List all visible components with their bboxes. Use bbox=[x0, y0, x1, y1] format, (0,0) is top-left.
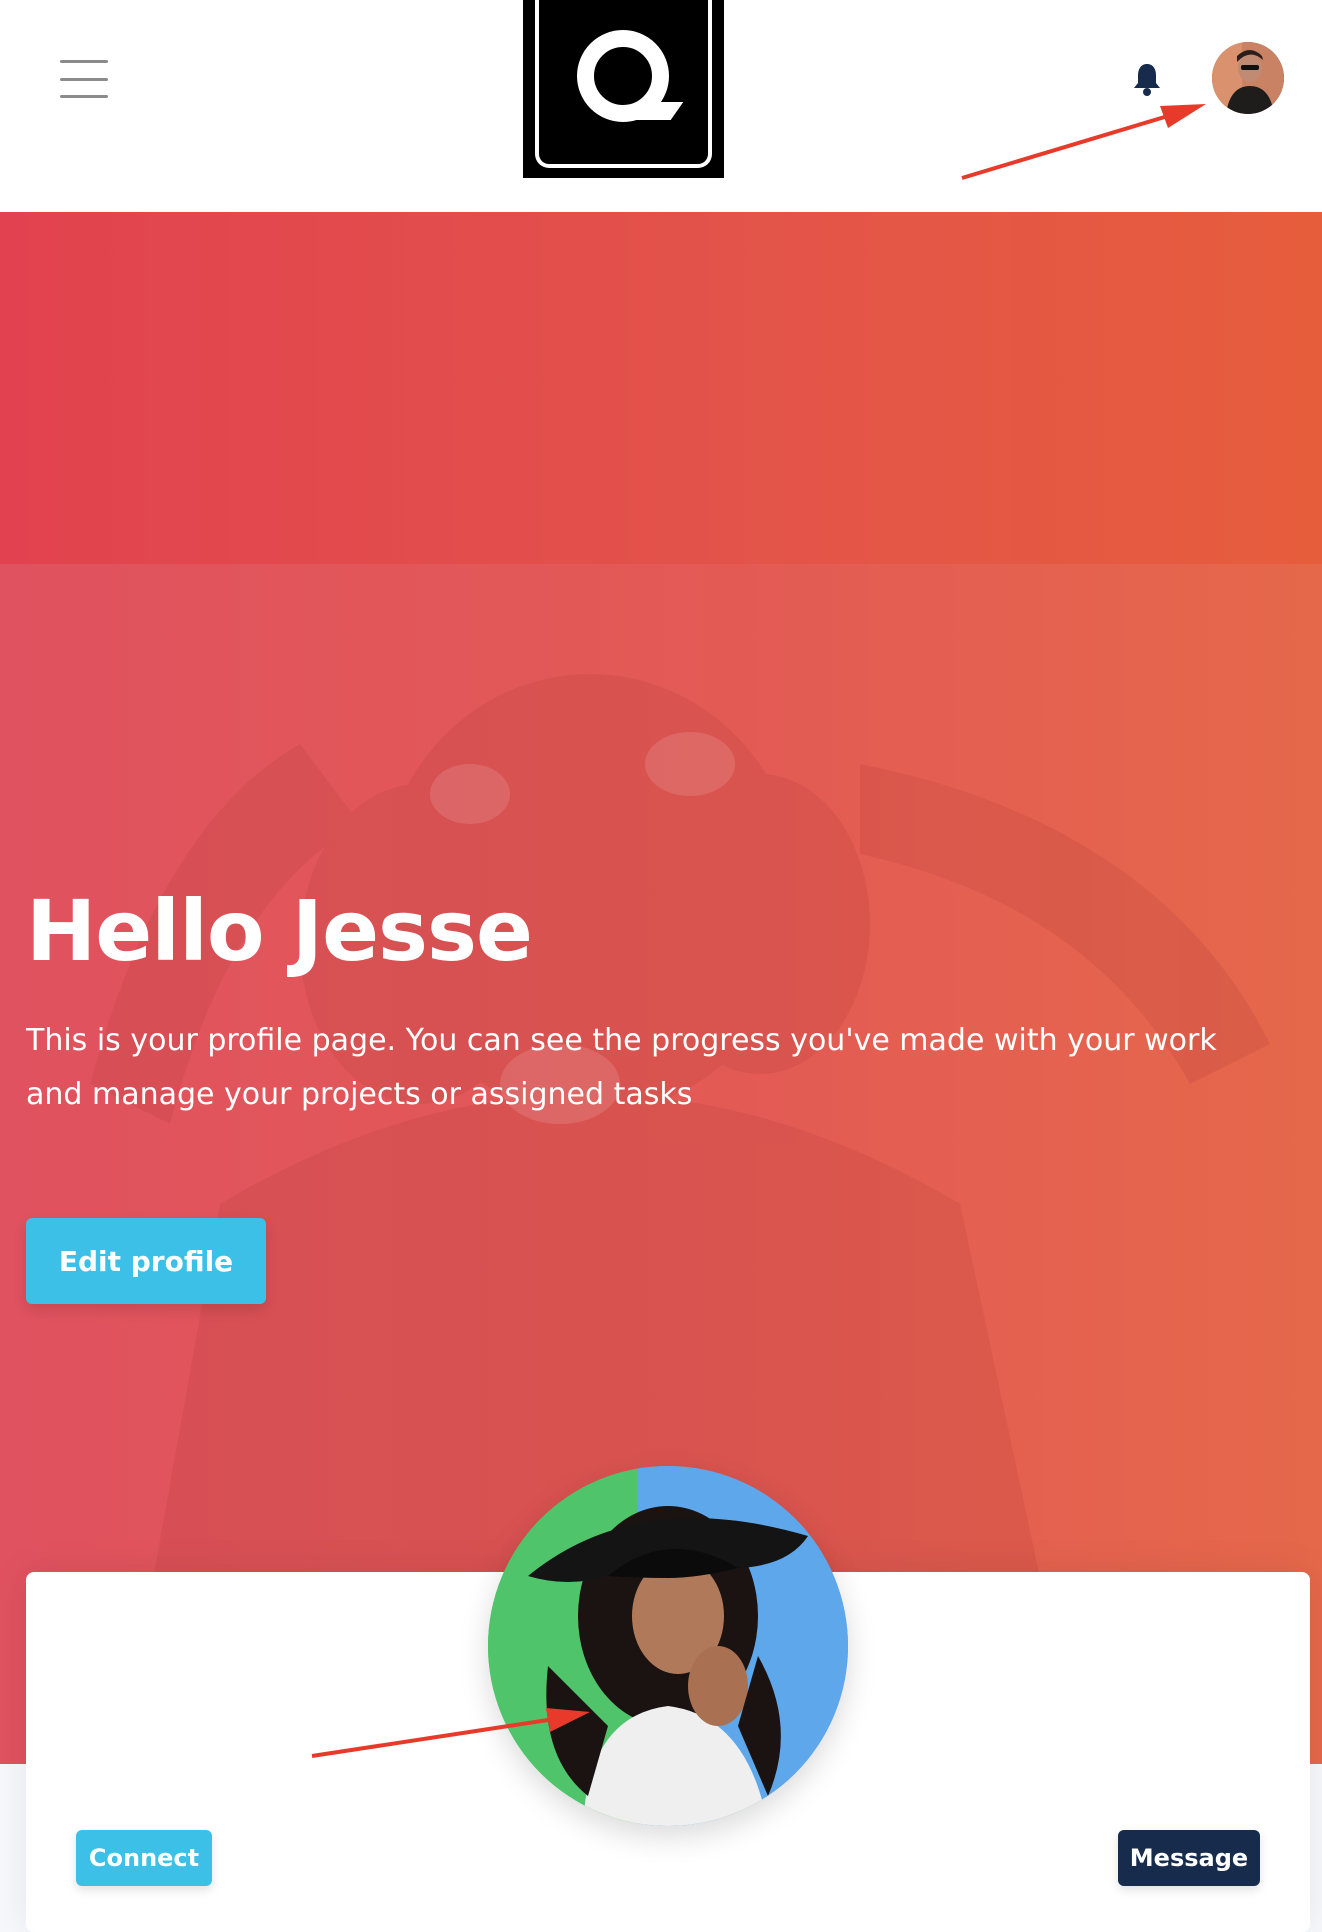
top-navbar bbox=[0, 0, 1322, 212]
menu-bar-3 bbox=[60, 95, 108, 98]
avatar-small-portrait bbox=[1212, 42, 1284, 114]
user-avatar[interactable] bbox=[1212, 42, 1284, 114]
menu-bar-2 bbox=[60, 77, 108, 81]
hamburger-menu-icon[interactable] bbox=[60, 60, 108, 98]
message-button[interactable]: Message bbox=[1118, 1830, 1260, 1886]
profile-portrait bbox=[488, 1466, 848, 1826]
hero-title: Hello Jesse bbox=[26, 882, 533, 980]
hero-description: This is your profile page. You can see t… bbox=[26, 1023, 1217, 1112]
q-logo[interactable] bbox=[523, 0, 724, 178]
hero-gradient-band bbox=[0, 212, 1322, 564]
menu-bar-1 bbox=[60, 60, 108, 63]
edit-profile-button[interactable]: Edit profile bbox=[26, 1218, 266, 1304]
bell-icon[interactable] bbox=[1132, 62, 1162, 96]
profile-avatar[interactable] bbox=[488, 1466, 848, 1826]
connect-button[interactable]: Connect bbox=[76, 1830, 212, 1886]
